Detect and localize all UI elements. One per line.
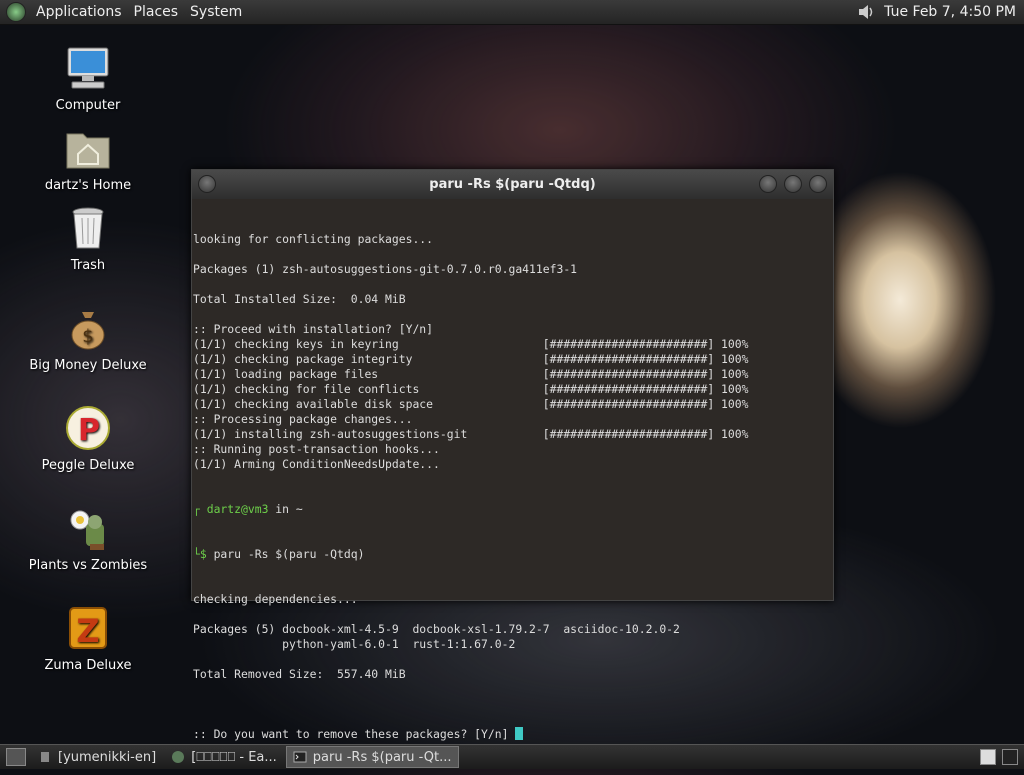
minimize-icon[interactable] [759,175,777,193]
workspace-2[interactable] [1002,749,1018,765]
distro-logo-icon[interactable] [6,2,26,22]
desktop-icon-zuma[interactable]: Z Zuma Deluxe [28,604,148,673]
terminal-line: :: Proceed with installation? [Y/n] [193,322,434,336]
desktop-icon-trash[interactable]: Trash [28,204,148,273]
app-icon [41,752,49,762]
desktop-icon-label: dartz's Home [44,178,132,193]
terminal-line: looking for conflicting packages... [193,232,434,246]
window-menu-icon[interactable] [198,175,216,193]
terminal-line: Packages (5) docbook-xml-4.5-9 docbook-x… [193,622,680,636]
bottom-panel: [yumenikki-en] [⎕⎕⎕⎕⎕ - Ea... paru -Rs $… [0,744,1024,769]
svg-text:$: $ [82,326,93,347]
terminal-line: :: Processing package changes... [193,412,413,426]
home-folder-icon [66,133,110,169]
desktop-icon-big-money[interactable]: $ Big Money Deluxe [28,304,148,373]
confirm-prompt: :: Do you want to remove these packages?… [193,727,516,741]
menu-applications[interactable]: Applications [30,0,128,24]
terminal-output[interactable]: looking for conflicting packages... Packa… [192,199,833,775]
terminal-line: (1/1) checking keys in keyring [########… [193,337,749,351]
terminal-line: python-yaml-6.0-1 rust-1:1.67.0-2 [193,637,516,651]
prompt-user: dartz@vm3 [206,502,269,516]
terminal-line: (1/1) loading package files [###########… [193,367,749,381]
money-bag-icon: $ [71,312,105,350]
terminal-line: (1/1) checking package integrity [######… [193,352,749,366]
plants-vs-zombies-icon [70,510,104,550]
taskbar-task[interactable]: [⎕⎕⎕⎕⎕ - Ea... [165,747,283,767]
app-icon [172,751,185,763]
window-titlebar[interactable]: paru -Rs $(paru -Qtdq) [192,170,833,199]
task-label: paru -Rs $(paru -Qt... [312,749,452,765]
desktop-icon-home[interactable]: dartz's Home [28,124,148,193]
taskbar-task[interactable]: [yumenikki-en] [32,747,162,767]
desktop-icon-label: Big Money Deluxe [29,358,147,373]
task-label: [yumenikki-en] [58,749,157,765]
desktop-icon-label: Plants vs Zombies [28,558,148,573]
terminal-line: Packages (1) zsh-autosuggestions-git-0.7… [193,262,578,276]
terminal-line: (1/1) checking for file conflicts [#####… [193,382,749,396]
zuma-icon: Z [69,607,107,650]
desktop-icon-computer[interactable]: Computer [28,44,148,113]
terminal-icon [293,751,307,763]
terminal-line: checking dependencies... [193,592,358,606]
terminal-line: (1/1) installing zsh-autosuggestions-git… [193,427,749,441]
close-icon[interactable] [809,175,827,193]
prompt-line: ┌ dartz@vm3 in ~ [193,502,303,516]
window-title: paru -Rs $(paru -Qtdq) [429,177,596,192]
task-label: [⎕⎕⎕⎕⎕ - Ea... [191,749,277,765]
computer-icon [67,47,109,89]
desktop-icon-label: Trash [70,258,106,273]
desktop-icon-label: Zuma Deluxe [44,658,132,673]
menu-system[interactable]: System [184,0,248,24]
terminal-window[interactable]: paru -Rs $(paru -Qtdq) looking for confl… [191,169,834,741]
clock[interactable]: Tue Feb 7, 4:50 PM [884,4,1024,20]
desktop-icon-label: Computer [55,98,121,113]
desktop-icon-peggle[interactable]: P Peggle Deluxe [28,404,148,473]
maximize-icon[interactable] [784,175,802,193]
svg-text:P: P [78,413,100,448]
workspace-1[interactable] [980,749,996,765]
desktop-icon-plants-vs-zombies[interactable]: Plants vs Zombies [28,504,148,573]
taskbar-task-active[interactable]: paru -Rs $(paru -Qt... [285,746,459,768]
text-cursor[interactable] [515,727,524,740]
terminal-line: :: Running post-transaction hooks... [193,442,440,456]
top-panel: Applications Places System Tue Feb 7, 4:… [0,0,1024,25]
terminal-line: Total Installed Size: 0.04 MiB [193,292,406,306]
terminal-line: (1/1) checking available disk space [###… [193,397,749,411]
prompt-dir: in ~ [268,502,303,516]
terminal-line: Total Removed Size: 557.40 MiB [193,667,406,681]
prompt-symbol: $ [199,547,207,561]
command-line: └$ paru -Rs $(paru -Qtdq) [193,547,365,561]
volume-icon[interactable] [856,2,876,22]
svg-text:Z: Z [76,612,99,650]
peggle-icon: P [66,406,110,450]
terminal-line: (1/1) Arming ConditionNeedsUpdate... [193,457,440,471]
trash-icon [72,207,104,249]
confirm-line: :: Do you want to remove these packages?… [193,727,832,742]
command-text: paru -Rs $(paru -Qtdq) [206,547,365,561]
menu-places[interactable]: Places [128,0,185,24]
show-desktop-button[interactable] [6,748,26,766]
desktop-icon-label: Peggle Deluxe [41,458,135,473]
